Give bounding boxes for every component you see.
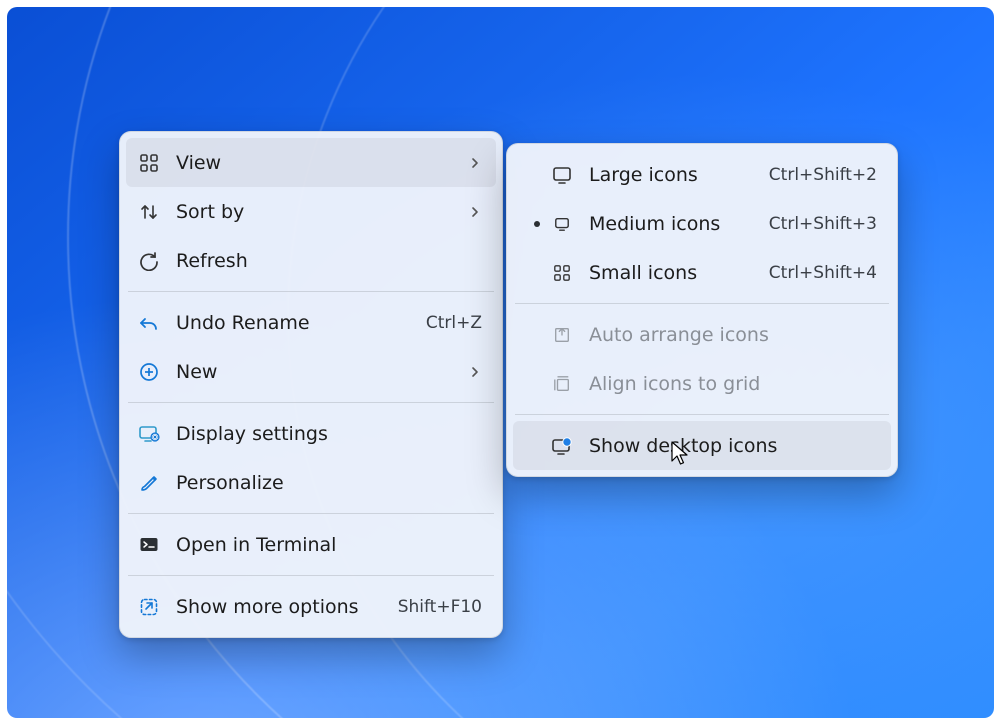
submenu-item-large-icons[interactable]: Large icons Ctrl+Shift+2: [513, 150, 891, 199]
personalize-icon: [138, 472, 160, 494]
menu-item-shortcut: Ctrl+Z: [426, 313, 482, 333]
menu-item-label: Small icons: [589, 262, 697, 284]
menu-item-label: Show desktop icons: [589, 435, 777, 457]
submenu-item-show-desktop-icons[interactable]: Show desktop icons: [513, 421, 891, 470]
terminal-icon: [138, 534, 160, 556]
menu-item-label: New: [176, 361, 217, 383]
menu-separator: [128, 575, 494, 576]
menu-item-shortcut: Ctrl+Shift+2: [769, 165, 877, 185]
menu-separator: [128, 291, 494, 292]
chevron-right-icon: [468, 205, 482, 219]
submenu-item-align-to-grid[interactable]: Align icons to grid: [513, 359, 891, 408]
sort-icon: [138, 201, 160, 223]
radio-indicator-selected: [525, 221, 549, 227]
menu-item-personalize[interactable]: Personalize: [126, 458, 496, 507]
display-settings-icon: [138, 423, 160, 445]
menu-separator: [515, 303, 889, 304]
menu-item-label: Align icons to grid: [589, 373, 760, 395]
align-grid-icon: [551, 373, 573, 395]
submenu-item-auto-arrange[interactable]: Auto arrange icons: [513, 310, 891, 359]
menu-item-show-more-options[interactable]: Show more options Shift+F10: [126, 582, 496, 631]
menu-separator: [515, 414, 889, 415]
large-icons-icon: [551, 164, 573, 186]
chevron-right-icon: [468, 156, 482, 170]
menu-item-label: Personalize: [176, 472, 284, 494]
menu-item-undo-rename[interactable]: Undo Rename Ctrl+Z: [126, 298, 496, 347]
small-icons-icon: [551, 262, 573, 284]
menu-item-refresh[interactable]: Refresh: [126, 236, 496, 285]
menu-separator: [128, 402, 494, 403]
submenu-item-small-icons[interactable]: Small icons Ctrl+Shift+4: [513, 248, 891, 297]
menu-item-shortcut: Shift+F10: [398, 597, 482, 617]
desktop-context-menu: View Sort by: [119, 131, 503, 638]
show-desktop-icons-icon: [551, 435, 573, 457]
menu-item-open-in-terminal[interactable]: Open in Terminal: [126, 520, 496, 569]
menu-item-view[interactable]: View: [126, 138, 496, 187]
medium-icons-icon: [551, 213, 573, 235]
menu-item-display-settings[interactable]: Display settings: [126, 409, 496, 458]
menu-item-new[interactable]: New: [126, 347, 496, 396]
menu-item-label: Undo Rename: [176, 312, 310, 334]
chevron-right-icon: [468, 365, 482, 379]
show-more-options-icon: [138, 596, 160, 618]
menu-item-label: Medium icons: [589, 213, 720, 235]
menu-item-label: Refresh: [176, 250, 248, 272]
menu-item-label: Open in Terminal: [176, 534, 336, 556]
view-grid-icon: [138, 152, 160, 174]
menu-item-sort-by[interactable]: Sort by: [126, 187, 496, 236]
new-icon: [138, 361, 160, 383]
menu-item-label: Auto arrange icons: [589, 324, 769, 346]
auto-arrange-icon: [551, 324, 573, 346]
menu-item-label: Sort by: [176, 201, 244, 223]
menu-item-label: Display settings: [176, 423, 328, 445]
menu-item-label: View: [176, 152, 221, 174]
view-submenu: Large icons Ctrl+Shift+2 Medium icons Ct…: [506, 143, 898, 477]
refresh-icon: [138, 250, 160, 272]
menu-separator: [128, 513, 494, 514]
undo-icon: [138, 312, 160, 334]
menu-item-shortcut: Ctrl+Shift+4: [769, 263, 877, 283]
screenshot-frame: View Sort by: [0, 0, 1001, 725]
menu-item-shortcut: Ctrl+Shift+3: [769, 214, 877, 234]
menu-item-label: Large icons: [589, 164, 698, 186]
menu-item-label: Show more options: [176, 596, 359, 618]
submenu-item-medium-icons[interactable]: Medium icons Ctrl+Shift+3: [513, 199, 891, 248]
desktop-wallpaper[interactable]: View Sort by: [7, 7, 994, 718]
